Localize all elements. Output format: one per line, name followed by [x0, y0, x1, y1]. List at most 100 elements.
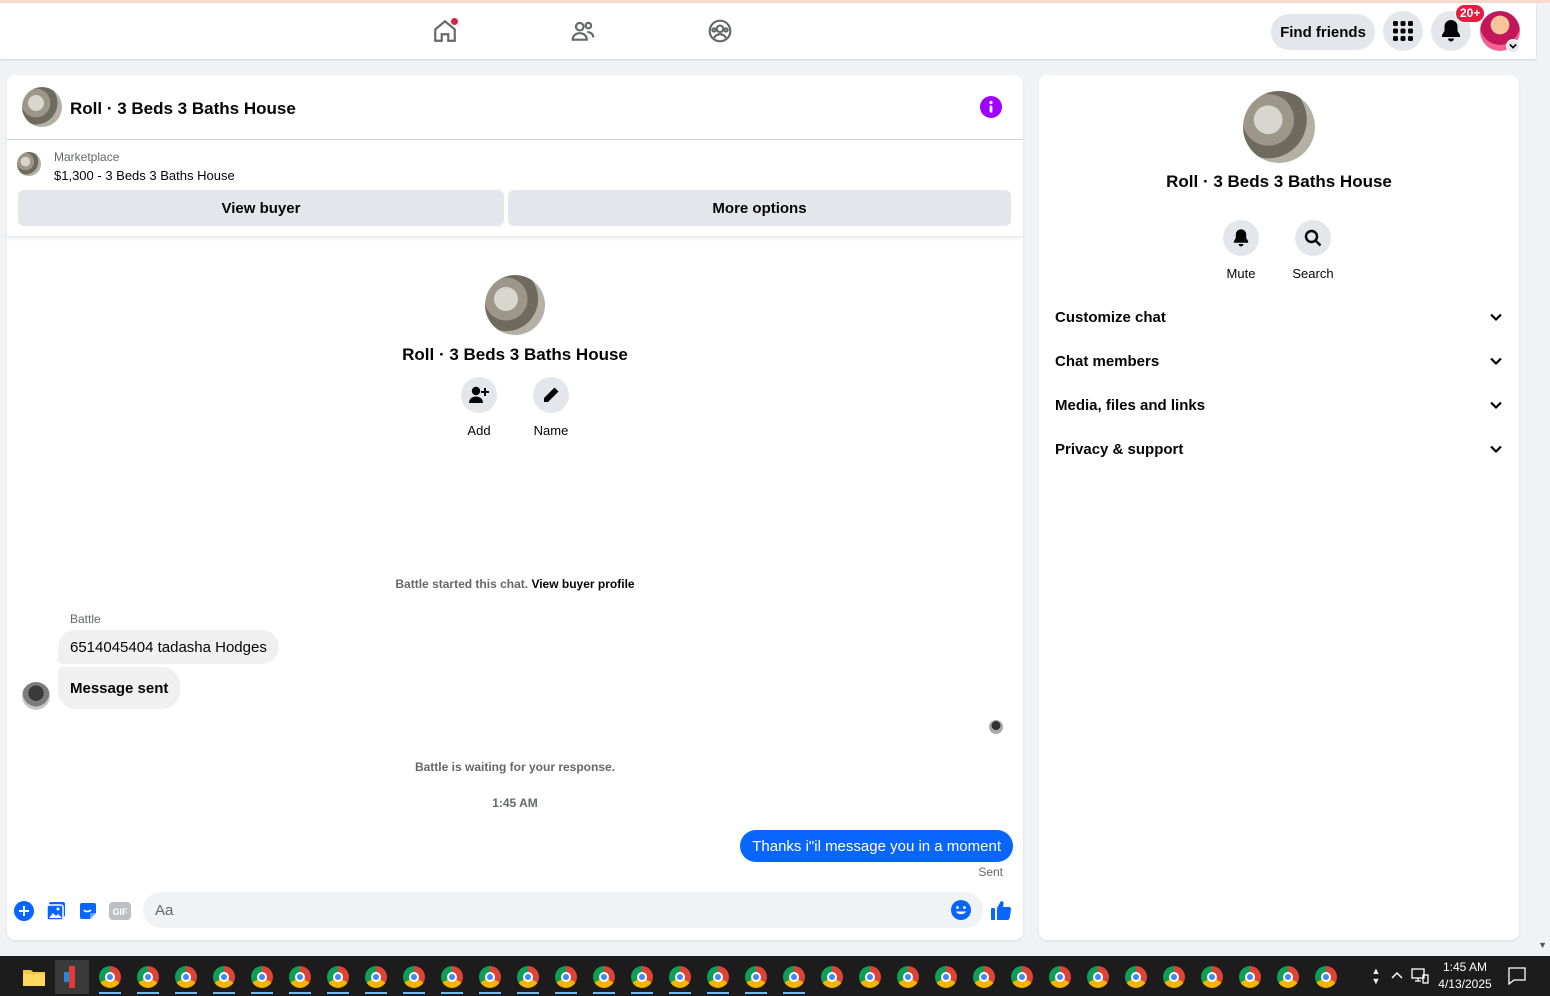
- taskbar-browser-window[interactable]: [891, 960, 925, 994]
- message-input[interactable]: [143, 892, 983, 928]
- taskbar-browser-window[interactable]: [625, 960, 659, 994]
- taskbar-browser-window[interactable]: [777, 960, 811, 994]
- chat-title[interactable]: Roll · 3 Beds 3 Baths House: [70, 99, 296, 119]
- taskbar-browser-window[interactable]: [929, 960, 963, 994]
- taskbar-browser-window[interactable]: [587, 960, 621, 994]
- waiting-notice: Battle is waiting for your response.: [414, 760, 616, 774]
- open-window-indicator: [327, 992, 349, 994]
- change-name-button[interactable]: Name: [533, 377, 569, 438]
- folder-icon: [23, 970, 45, 986]
- chrome-icon: [1125, 966, 1147, 988]
- taskbar-browser-window[interactable]: [815, 960, 849, 994]
- find-friends-button[interactable]: Find friends: [1271, 14, 1375, 50]
- taskbar-browser-window[interactable]: [511, 960, 545, 994]
- taskbar-browser-window[interactable]: [1233, 960, 1267, 994]
- taskbar-browser-window[interactable]: [207, 960, 241, 994]
- info-chat-name: Roll · 3 Beds 3 Baths House: [1166, 172, 1392, 191]
- taskbar-browser-window[interactable]: [1271, 960, 1305, 994]
- listing-title[interactable]: $1,300 - 3 Beds 3 Baths House: [54, 168, 235, 183]
- incoming-message[interactable]: Message sent: [58, 667, 181, 709]
- open-window-indicator: [745, 992, 767, 994]
- open-window-indicator: [213, 992, 235, 994]
- chrome-icon: [555, 966, 577, 988]
- view-buyer-button[interactable]: View buyer: [18, 190, 504, 226]
- chrome-icon: [175, 966, 197, 988]
- chrome-icon: [137, 966, 159, 988]
- taskbar-browser-window[interactable]: [1195, 960, 1229, 994]
- privacy-support-section[interactable]: Privacy & support: [1055, 429, 1503, 469]
- groups-nav-button[interactable]: [700, 11, 740, 51]
- mute-button[interactable]: Mute: [1211, 220, 1271, 281]
- chrome-icon: [517, 966, 539, 988]
- taskbar-browser-window[interactable]: [435, 960, 469, 994]
- conversation-info-button[interactable]: [980, 96, 1002, 118]
- customize-chat-section[interactable]: Customize chat: [1055, 297, 1503, 337]
- notification-center-icon: [1508, 967, 1526, 985]
- add-people-button[interactable]: Add: [461, 377, 497, 438]
- home-nav-button[interactable]: [425, 11, 465, 51]
- sent-status: Sent: [978, 865, 1003, 879]
- taskbar-browser-window[interactable]: [853, 960, 887, 994]
- chrome-icon: [251, 966, 273, 988]
- friends-nav-button[interactable]: [563, 11, 603, 51]
- taskbar-browser-window[interactable]: [321, 960, 355, 994]
- taskbar-browser-window[interactable]: [549, 960, 583, 994]
- taskbar-browser-window[interactable]: [397, 960, 431, 994]
- show-hidden-icons-button[interactable]: [1386, 956, 1408, 996]
- more-options-button[interactable]: More options: [508, 190, 1011, 226]
- open-window-indicator: [555, 992, 577, 994]
- taskbar-browser-window[interactable]: [1309, 960, 1343, 994]
- taskbar-browser-window[interactable]: [739, 960, 773, 994]
- add-person-icon: [469, 386, 489, 403]
- gif-button[interactable]: GIF: [109, 900, 131, 922]
- taskbar-browser-window[interactable]: [701, 960, 735, 994]
- taskbar-browser-window[interactable]: [245, 960, 279, 994]
- taskbar-browser-window[interactable]: [283, 960, 317, 994]
- notifications-button[interactable]: 20+: [1431, 4, 1486, 51]
- chrome-icon: [213, 966, 235, 988]
- taskbar-browser-window[interactable]: [473, 960, 507, 994]
- chrome-icon: [403, 966, 425, 988]
- chrome-icon: [99, 966, 121, 988]
- sticker-button[interactable]: [77, 900, 99, 922]
- search-conversation-button[interactable]: Search: [1283, 220, 1343, 281]
- info-icon: [989, 100, 993, 113]
- taskbar-browser-window[interactable]: [359, 960, 393, 994]
- taskbar-browser-window[interactable]: [93, 960, 127, 994]
- account-avatar-button[interactable]: [1480, 11, 1520, 53]
- media-files-links-section[interactable]: Media, files and links: [1055, 385, 1503, 425]
- taskbar-browser-window[interactable]: [663, 960, 697, 994]
- emoji-button[interactable]: [950, 899, 972, 921]
- taskbar-browser-window[interactable]: [1119, 960, 1153, 994]
- taskbar-browser-window[interactable]: [1043, 960, 1077, 994]
- taskbar-browser-window[interactable]: [1157, 960, 1191, 994]
- sender-avatar[interactable]: [22, 682, 50, 710]
- taskbar-browser-window[interactable]: [1005, 960, 1039, 994]
- like-button[interactable]: [989, 898, 1013, 922]
- chat-avatar[interactable]: [22, 87, 62, 127]
- listing-thumbnail[interactable]: [17, 152, 41, 176]
- groups-icon: [708, 19, 732, 43]
- action-center-button[interactable]: [1505, 956, 1529, 996]
- taskbar-browser-window[interactable]: [169, 960, 203, 994]
- file-explorer-button[interactable]: [17, 960, 51, 994]
- pinned-app-button[interactable]: [55, 960, 89, 994]
- chevron-down-icon: [1506, 39, 1520, 53]
- scroll-down-arrow-icon[interactable]: ▼: [1538, 940, 1547, 950]
- menu-button[interactable]: [1383, 11, 1423, 51]
- view-buyer-profile-link[interactable]: View buyer profile: [531, 577, 634, 591]
- taskbar-browser-window[interactable]: [1081, 960, 1115, 994]
- incoming-message[interactable]: 6514045404 tadasha Hodges: [58, 630, 279, 664]
- taskbar-browser-window[interactable]: [967, 960, 1001, 994]
- chat-members-section[interactable]: Chat members: [1055, 341, 1503, 381]
- chrome-icon: [1011, 966, 1033, 988]
- attach-media-button[interactable]: [45, 900, 67, 922]
- notification-count-badge: 20+: [1455, 4, 1486, 23]
- taskbar-browser-window[interactable]: [131, 960, 165, 994]
- taskbar-scroll-buttons[interactable]: ▲ ▼: [1368, 956, 1384, 996]
- more-actions-button[interactable]: [13, 900, 35, 922]
- outgoing-message[interactable]: Thanks i"il message you in a moment: [740, 830, 1013, 862]
- taskbar-clock[interactable]: 1:45 AM 4/13/2025: [1427, 959, 1503, 993]
- chat-intro: Roll · 3 Beds 3 Baths House Add Name: [7, 275, 1023, 438]
- search-icon: [1304, 229, 1322, 247]
